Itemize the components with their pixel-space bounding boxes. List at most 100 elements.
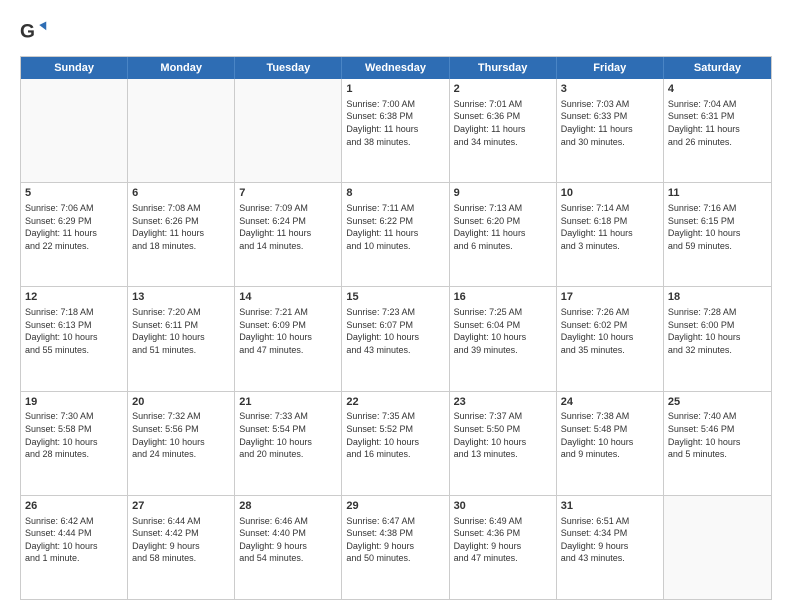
day-number: 27 <box>132 499 230 514</box>
calendar-cell: 15 Sunrise: 7:23 AM Sunset: 6:07 PM Dayli… <box>342 287 449 390</box>
calendar-cell: 23Sunrise: 7:37 AM Sunset: 5:50 PM Dayli… <box>450 392 557 495</box>
day-number: 16 <box>454 290 552 305</box>
calendar-cell: 5 Sunrise: 7:06 AM Sunset: 6:29 PM Daylig… <box>21 183 128 286</box>
day-number: 28 <box>239 499 337 514</box>
cell-info: Sunrise: 7:16 AM Sunset: 6:15 PM Dayligh… <box>668 203 741 251</box>
cell-info: Sunrise: 6:47 AM Sunset: 4:38 PM Dayligh… <box>346 516 415 564</box>
cell-info: Sunrise: 6:49 AM Sunset: 4:36 PM Dayligh… <box>454 516 523 564</box>
calendar-cell: 11 Sunrise: 7:16 AM Sunset: 6:15 PM Dayli… <box>664 183 771 286</box>
calendar-cell: 19Sunrise: 7:30 AM Sunset: 5:58 PM Dayli… <box>21 392 128 495</box>
day-number: 29 <box>346 499 444 514</box>
cell-info: Sunrise: 7:01 AM Sunset: 6:36 PM Dayligh… <box>454 99 526 147</box>
calendar-cell: 21Sunrise: 7:33 AM Sunset: 5:54 PM Dayli… <box>235 392 342 495</box>
day-number: 3 <box>561 82 659 97</box>
day-number: 22 <box>346 395 444 410</box>
calendar-cell <box>664 496 771 599</box>
day-number: 24 <box>561 395 659 410</box>
cell-info: Sunrise: 7:21 AM Sunset: 6:09 PM Dayligh… <box>239 307 312 355</box>
svg-text:G: G <box>20 21 35 42</box>
day-number: 26 <box>25 499 123 514</box>
day-number: 2 <box>454 82 552 97</box>
calendar-cell: 7 Sunrise: 7:09 AM Sunset: 6:24 PM Daylig… <box>235 183 342 286</box>
weekday-header: Wednesday <box>342 57 449 79</box>
weekday-header: Monday <box>128 57 235 79</box>
cell-info: Sunrise: 6:42 AM Sunset: 4:44 PM Dayligh… <box>25 516 98 564</box>
cell-info: Sunrise: 7:38 AM Sunset: 5:48 PM Dayligh… <box>561 411 634 459</box>
calendar-cell: 25Sunrise: 7:40 AM Sunset: 5:46 PM Dayli… <box>664 392 771 495</box>
calendar-cell <box>21 79 128 182</box>
calendar-body: 1 Sunrise: 7:00 AM Sunset: 6:38 PM Daylig… <box>21 79 771 599</box>
weekday-header: Friday <box>557 57 664 79</box>
calendar-cell: 26 Sunrise: 6:42 AM Sunset: 4:44 PM Dayli… <box>21 496 128 599</box>
cell-info: Sunrise: 7:37 AM Sunset: 5:50 PM Dayligh… <box>454 411 527 459</box>
calendar-row: 1 Sunrise: 7:00 AM Sunset: 6:38 PM Daylig… <box>21 79 771 182</box>
weekday-header: Tuesday <box>235 57 342 79</box>
cell-info: Sunrise: 7:30 AM Sunset: 5:58 PM Dayligh… <box>25 411 98 459</box>
calendar-cell: 14 Sunrise: 7:21 AM Sunset: 6:09 PM Dayli… <box>235 287 342 390</box>
day-number: 19 <box>25 395 123 410</box>
calendar-row: 12 Sunrise: 7:18 AM Sunset: 6:13 PM Dayli… <box>21 286 771 390</box>
calendar-cell: 9 Sunrise: 7:13 AM Sunset: 6:20 PM Daylig… <box>450 183 557 286</box>
day-number: 31 <box>561 499 659 514</box>
calendar-cell: 8 Sunrise: 7:11 AM Sunset: 6:22 PM Daylig… <box>342 183 449 286</box>
calendar-cell: 17 Sunrise: 7:26 AM Sunset: 6:02 PM Dayli… <box>557 287 664 390</box>
day-number: 9 <box>454 186 552 201</box>
day-number: 5 <box>25 186 123 201</box>
calendar-cell: 10Sunrise: 7:14 AM Sunset: 6:18 PM Dayli… <box>557 183 664 286</box>
day-number: 21 <box>239 395 337 410</box>
day-number: 18 <box>668 290 767 305</box>
cell-info: Sunrise: 7:06 AM Sunset: 6:29 PM Dayligh… <box>25 203 97 251</box>
calendar-cell: 20Sunrise: 7:32 AM Sunset: 5:56 PM Dayli… <box>128 392 235 495</box>
calendar-cell: 13 Sunrise: 7:20 AM Sunset: 6:11 PM Dayli… <box>128 287 235 390</box>
cell-info: Sunrise: 7:14 AM Sunset: 6:18 PM Dayligh… <box>561 203 633 251</box>
cell-info: Sunrise: 7:11 AM Sunset: 6:22 PM Dayligh… <box>346 203 418 251</box>
calendar-cell: 28 Sunrise: 6:46 AM Sunset: 4:40 PM Dayli… <box>235 496 342 599</box>
calendar-cell: 22Sunrise: 7:35 AM Sunset: 5:52 PM Dayli… <box>342 392 449 495</box>
cell-info: Sunrise: 7:09 AM Sunset: 6:24 PM Dayligh… <box>239 203 311 251</box>
calendar: SundayMondayTuesdayWednesdayThursdayFrid… <box>20 56 772 600</box>
calendar-cell: 4 Sunrise: 7:04 AM Sunset: 6:31 PM Daylig… <box>664 79 771 182</box>
cell-info: Sunrise: 7:04 AM Sunset: 6:31 PM Dayligh… <box>668 99 740 147</box>
calendar-header: SundayMondayTuesdayWednesdayThursdayFrid… <box>21 57 771 79</box>
cell-info: Sunrise: 7:08 AM Sunset: 6:26 PM Dayligh… <box>132 203 204 251</box>
cell-info: Sunrise: 7:20 AM Sunset: 6:11 PM Dayligh… <box>132 307 205 355</box>
weekday-header: Thursday <box>450 57 557 79</box>
calendar-cell: 31 Sunrise: 6:51 AM Sunset: 4:34 PM Dayli… <box>557 496 664 599</box>
cell-info: Sunrise: 7:13 AM Sunset: 6:20 PM Dayligh… <box>454 203 526 251</box>
calendar-cell: 18 Sunrise: 7:28 AM Sunset: 6:00 PM Dayli… <box>664 287 771 390</box>
cell-info: Sunrise: 7:25 AM Sunset: 6:04 PM Dayligh… <box>454 307 527 355</box>
cell-info: Sunrise: 6:44 AM Sunset: 4:42 PM Dayligh… <box>132 516 201 564</box>
calendar-cell <box>235 79 342 182</box>
cell-info: Sunrise: 7:32 AM Sunset: 5:56 PM Dayligh… <box>132 411 205 459</box>
cell-info: Sunrise: 7:33 AM Sunset: 5:54 PM Dayligh… <box>239 411 312 459</box>
day-number: 12 <box>25 290 123 305</box>
calendar-cell: 30Sunrise: 6:49 AM Sunset: 4:36 PM Dayli… <box>450 496 557 599</box>
day-number: 14 <box>239 290 337 305</box>
day-number: 1 <box>346 82 444 97</box>
cell-info: Sunrise: 7:18 AM Sunset: 6:13 PM Dayligh… <box>25 307 98 355</box>
cell-info: Sunrise: 7:00 AM Sunset: 6:38 PM Dayligh… <box>346 99 418 147</box>
cell-info: Sunrise: 7:28 AM Sunset: 6:00 PM Dayligh… <box>668 307 741 355</box>
weekday-header: Saturday <box>664 57 771 79</box>
day-number: 7 <box>239 186 337 201</box>
cell-info: Sunrise: 7:03 AM Sunset: 6:33 PM Dayligh… <box>561 99 633 147</box>
day-number: 13 <box>132 290 230 305</box>
calendar-cell: 16 Sunrise: 7:25 AM Sunset: 6:04 PM Dayli… <box>450 287 557 390</box>
day-number: 17 <box>561 290 659 305</box>
cell-info: Sunrise: 7:40 AM Sunset: 5:46 PM Dayligh… <box>668 411 741 459</box>
day-number: 25 <box>668 395 767 410</box>
cell-info: Sunrise: 6:46 AM Sunset: 4:40 PM Dayligh… <box>239 516 308 564</box>
cell-info: Sunrise: 7:26 AM Sunset: 6:02 PM Dayligh… <box>561 307 634 355</box>
day-number: 8 <box>346 186 444 201</box>
day-number: 15 <box>346 290 444 305</box>
day-number: 4 <box>668 82 767 97</box>
cell-info: Sunrise: 6:51 AM Sunset: 4:34 PM Dayligh… <box>561 516 630 564</box>
calendar-cell: 29 Sunrise: 6:47 AM Sunset: 4:38 PM Dayli… <box>342 496 449 599</box>
day-number: 6 <box>132 186 230 201</box>
weekday-header: Sunday <box>21 57 128 79</box>
header: G <box>20 18 772 46</box>
day-number: 11 <box>668 186 767 201</box>
cell-info: Sunrise: 7:23 AM Sunset: 6:07 PM Dayligh… <box>346 307 419 355</box>
calendar-cell: 2 Sunrise: 7:01 AM Sunset: 6:36 PM Daylig… <box>450 79 557 182</box>
calendar-row: 26 Sunrise: 6:42 AM Sunset: 4:44 PM Dayli… <box>21 495 771 599</box>
